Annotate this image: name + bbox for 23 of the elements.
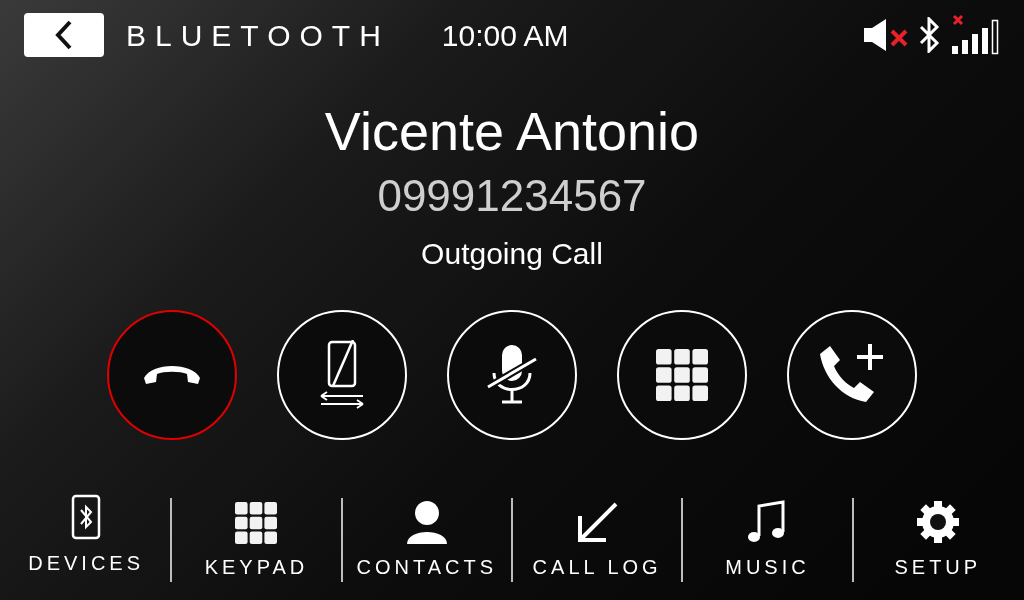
nav-tab[interactable]: SETUP: [853, 498, 1022, 582]
nav-tab[interactable]: DEVICES: [2, 494, 171, 578]
call-status: Outgoing Call: [421, 236, 603, 272]
nav-tab[interactable]: CALL LOG: [513, 498, 682, 582]
keypad-icon: [235, 502, 278, 544]
screen-title: BLUETOOTH: [126, 17, 390, 54]
keypad-icon: [656, 349, 708, 401]
bluetooth-icon: [918, 17, 940, 53]
arrow-icon: [576, 502, 619, 544]
clock: 10:00 AM: [441, 17, 569, 54]
chevron-left-icon: [54, 20, 74, 50]
bluetooth-phone-icon: [71, 494, 102, 540]
nav-tab[interactable]: MUSIC: [683, 498, 852, 582]
person-icon: [404, 500, 449, 544]
music-note-icon: [747, 500, 788, 544]
nav-tab[interactable]: KEYPAD: [172, 498, 341, 582]
phone-number: 09991234567: [377, 170, 647, 222]
settings-icon: [915, 500, 960, 544]
speaker-muted-icon: [862, 17, 910, 53]
caller-name: Vicente Antonio: [324, 100, 700, 163]
muted-microphone-icon: [484, 343, 540, 407]
nav-tab[interactable]: CONTACTS: [342, 498, 511, 582]
back-button[interactable]: [24, 13, 104, 57]
